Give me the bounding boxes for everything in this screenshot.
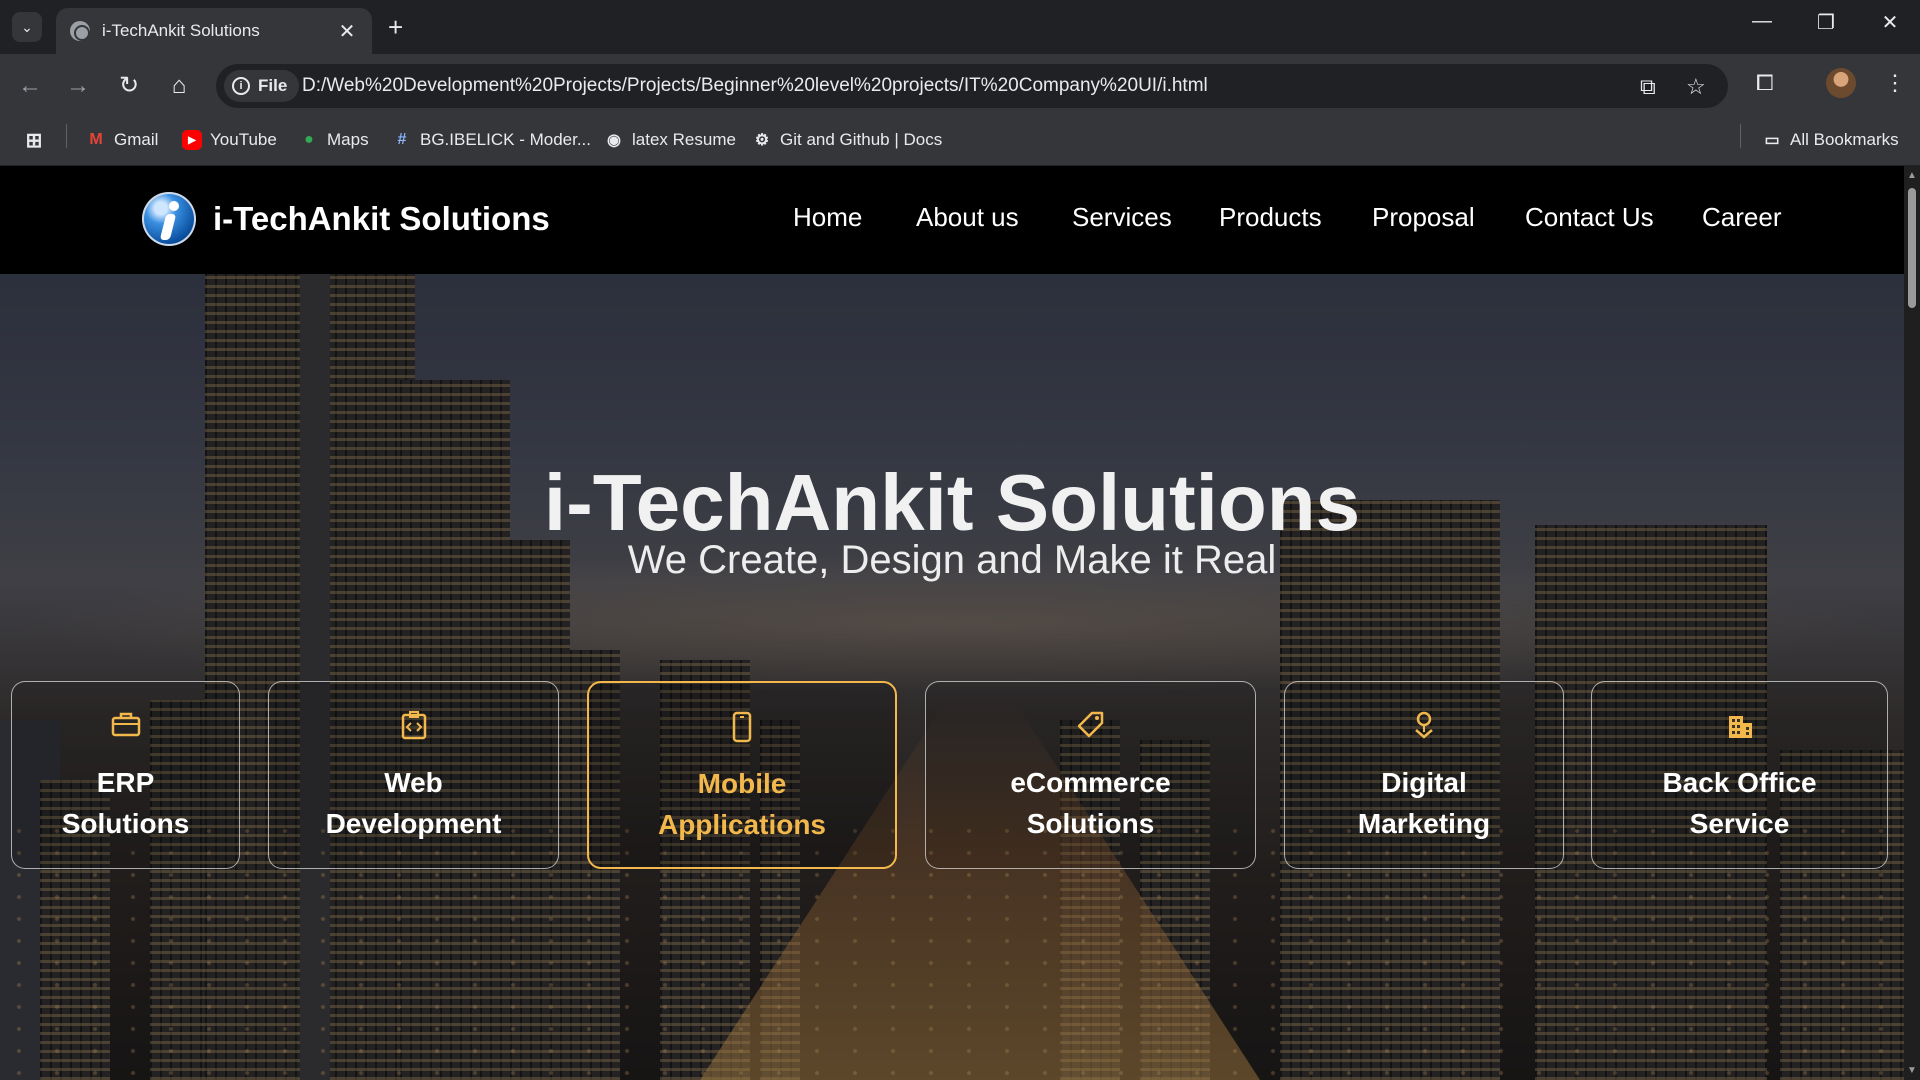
building-icon [1592, 710, 1887, 742]
briefcase-icon [12, 710, 239, 742]
url-text[interactable]: D:/Web%20Development%20Projects/Projects… [302, 75, 1208, 97]
nav-home[interactable]: Home [793, 202, 862, 233]
tag-icon [926, 710, 1255, 742]
globe-icon [70, 21, 90, 41]
browser-toolbar: ← → ↻ ⌂ i File D:/Web%20Development%20Pr… [0, 54, 1920, 118]
brand-logo-icon[interactable] [142, 192, 196, 246]
browser-tabstrip: ⌄ i-TechAnkit Solutions ✕ + — ❐ ✕ [0, 0, 1920, 54]
page-viewport: i-TechAnkit Solutions Home About us Serv… [0, 166, 1904, 1080]
info-icon: i [232, 77, 250, 95]
nav-proposal[interactable]: Proposal [1372, 202, 1475, 233]
gear-icon: ⚙ [754, 132, 770, 149]
nav-career[interactable]: Career [1702, 202, 1781, 233]
nav-products[interactable]: Products [1219, 202, 1322, 233]
service-card-label: Back Office Service [1662, 767, 1817, 839]
tab-title: i-TechAnkit Solutions [102, 21, 260, 40]
scheme-label: File [258, 76, 288, 95]
site-navbar: i-TechAnkit Solutions Home About us Serv… [0, 166, 1904, 274]
nav-about-us[interactable]: About us [916, 202, 1019, 233]
menu-kebab-icon[interactable]: ⋮ [1884, 70, 1906, 96]
nav-contact-us[interactable]: Contact Us [1525, 202, 1654, 233]
back-arrow-icon[interactable]: ← [14, 70, 46, 102]
address-bar[interactable]: i File D:/Web%20Development%20Projects/P… [216, 64, 1728, 108]
apps-grid-icon[interactable]: ⊞ [24, 130, 52, 152]
bookmarks-divider [1740, 124, 1741, 148]
location-pin-icon [1285, 710, 1563, 742]
service-card-label: eCommerce Solutions [1010, 767, 1171, 839]
home-icon[interactable]: ⌂ [163, 70, 195, 102]
all-bookmarks[interactable]: ▭ All Bookmarks [1762, 130, 1898, 150]
service-card-back-office[interactable]: Back Office Service [1591, 681, 1888, 869]
scroll-down-arrow-icon[interactable]: ▼ [1907, 1065, 1917, 1076]
scrollbar-thumb[interactable] [1908, 188, 1916, 308]
site-info-chip[interactable]: i File [224, 70, 300, 102]
hero-title: i-TechAnkit Solutions [543, 458, 1361, 547]
forward-arrow-icon[interactable]: → [62, 70, 94, 102]
page-scrollbar[interactable]: ▲ ▼ [1904, 166, 1920, 1080]
service-card-label: Mobile Applications [657, 768, 826, 840]
extensions-icon[interactable]: ⧠ [1756, 70, 1774, 96]
youtube-icon: ▶ [182, 130, 202, 150]
browser-tab[interactable]: i-TechAnkit Solutions ✕ [56, 8, 372, 54]
city-background-image [0, 274, 1904, 1080]
service-card-label: Digital Marketing [1357, 767, 1491, 839]
tab-search-chevron-icon[interactable]: ⌄ [12, 12, 42, 42]
bookmark-gmail[interactable]: M Gmail [86, 130, 158, 150]
bookmark-star-icon[interactable]: ☆ [1686, 74, 1706, 100]
gmail-icon: M [89, 131, 103, 148]
hero-subtitle: We Create, Design and Make it Real [627, 538, 1277, 582]
bookmarks-bar: ⊞ M Gmail ▶ YouTube ● Maps # BG.IBELICK … [0, 118, 1920, 166]
new-tab-plus-icon[interactable]: + [388, 12, 403, 42]
scroll-up-arrow-icon[interactable]: ▲ [1907, 170, 1917, 181]
restore-icon[interactable]: ❐ [1806, 10, 1846, 35]
service-card-label: Web Development [325, 767, 502, 839]
minimize-icon[interactable]: — [1742, 10, 1782, 33]
maps-icon: ● [304, 131, 314, 148]
bookmark-bg-ibelick[interactable]: # BG.IBELICK - Moder... [392, 130, 591, 150]
overleaf-icon: ◉ [607, 132, 621, 149]
bookmarks-divider [66, 124, 67, 148]
hashtag-icon: # [397, 131, 407, 148]
service-card-ecommerce[interactable]: eCommerce Solutions [925, 681, 1256, 869]
nav-services[interactable]: Services [1072, 202, 1172, 233]
bookmark-youtube[interactable]: ▶ YouTube [182, 130, 277, 150]
bookmark-latex-resume[interactable]: ◉ latex Resume [604, 130, 736, 150]
service-card-web-development[interactable]: Web Development [268, 681, 559, 869]
profile-avatar[interactable] [1826, 68, 1856, 98]
folder-icon: ▭ [1764, 132, 1780, 149]
window-close-icon[interactable]: ✕ [1870, 10, 1910, 35]
service-card-mobile-applications[interactable]: Mobile Applications [587, 681, 897, 869]
reload-icon[interactable]: ↻ [113, 70, 145, 102]
service-card-label: ERP Solutions [61, 767, 190, 839]
tab-close-icon[interactable]: ✕ [336, 19, 358, 44]
code-file-icon [269, 710, 558, 742]
bookmark-maps[interactable]: ● Maps [299, 130, 368, 150]
brand-name[interactable]: i-TechAnkit Solutions [213, 200, 550, 238]
service-card-erp[interactable]: ERP Solutions [11, 681, 240, 869]
translate-icon[interactable]: ⧉ [1640, 74, 1656, 100]
hero-section: i-TechAnkit Solutions We Create, Design … [0, 274, 1904, 1080]
mobile-icon [589, 711, 895, 743]
bookmark-git-github-docs[interactable]: ⚙ Git and Github | Docs [752, 130, 942, 150]
service-card-digital-marketing[interactable]: Digital Marketing [1284, 681, 1564, 869]
